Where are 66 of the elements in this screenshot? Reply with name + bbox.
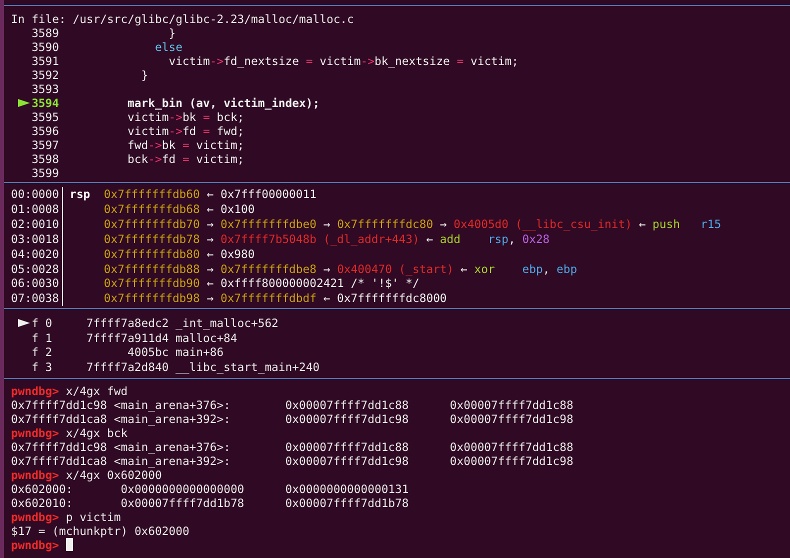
line-number: 3598 (32, 152, 59, 166)
frame-symbol: _int_malloc+562 (176, 316, 278, 330)
line-number: 3593 (32, 82, 59, 96)
prompt-label: pwndbg> (11, 510, 60, 524)
command-text: x/4gx 0x602000 (66, 468, 162, 482)
line-number: 3596 (32, 124, 59, 138)
stack-value-text: 0x7fffffffdb80 ← 0x980 (104, 246, 255, 261)
code-text: } (168, 26, 176, 40)
stack-offset: 02:0010 (11, 216, 64, 232)
prompt-label: pwndbg> (11, 538, 60, 552)
stack-value-text: 0x7fffffffdb68 ← 0x100 (104, 202, 255, 216)
code-text: victim->fd = fwd; (126, 124, 244, 138)
frame-label: f 0 (32, 316, 54, 330)
code-text: else (154, 40, 182, 54)
code-text: mark_bin (av, victim_index); (126, 96, 320, 110)
command-text: p victim (66, 510, 121, 524)
code-text: bck->fd = victim; (126, 152, 244, 166)
output-text: 0x7ffff7dd1c98 <main_arena+376>: 0x00007ffff7dd1c88 0x00007ffff7dd1c88 (11, 440, 574, 454)
output-text: 0x7ffff7dd1c98 <main_arena+376>: 0x00007ffff7dd1c88 0x00007ffff7dd1c88 (11, 398, 574, 412)
line-number: 3599 (32, 166, 59, 180)
frame-address: 7ffff7a911d4 (86, 330, 169, 345)
output-text: 0x7ffff7dd1ca8 <main_arena+392>: 0x00007ffff7dd1c98 0x00007ffff7dd1c98 (11, 412, 574, 426)
frame-label: f 1 (32, 330, 54, 345)
line-number: 3590 (32, 40, 59, 54)
output-text: 0x602010: 0x00007ffff7dd1b78 0x00007ffff7dd1b78 (11, 496, 409, 510)
output-text: $17 = (mchunkptr) 0x602000 (11, 524, 190, 538)
stack-offset: 04:0020 (11, 246, 64, 262)
line-number: 3589 (32, 26, 59, 40)
frame-label: f 2 (32, 345, 54, 360)
output-text: 0x602000: 0x0000000000000000 0x0000000000000131 (11, 482, 409, 496)
frame-address: 7ffff7a8edc2 (86, 316, 169, 330)
prompt-label: pwndbg> (11, 384, 60, 398)
line-number: 3591 (32, 54, 59, 68)
command-text: x/4gx fwd (66, 384, 128, 398)
stack-value-text: 0x7fffffffdb78 → 0x7ffff7b5048b (_dl_addr+443) ← add rsp, 0x28 (104, 232, 550, 246)
register-label: rsp (70, 187, 90, 202)
stack-offset: 03:0018 (11, 232, 64, 246)
frame-symbol: __libc_start_main+240 (176, 360, 320, 374)
stack-offset: 00:0000 (11, 187, 64, 202)
stack-value-text: 0x7fffffffdb60 ← 0x7fff00000011 (104, 187, 316, 202)
stack-offset: 01:0008 (11, 202, 64, 217)
line-number: 3594 (32, 96, 59, 110)
command-text: x/4gx bck (66, 426, 128, 440)
file-path-label: In file: /usr/src/glibc/glibc-2.23/malloc/malloc.c (11, 12, 354, 26)
line-number: 3592 (32, 68, 59, 82)
code-text: fwd->bk = victim; (126, 138, 244, 152)
stack-value-text: 0x7fffffffdb88 → 0x7fffffffdbe8 → 0x400470 (_start) ← xor ebp, ebp (104, 262, 578, 276)
stack-value-text: 0x7fffffffdb98 → 0x7fffffffdbdf ← 0x7fffffffdc8000 (104, 291, 447, 306)
stack-offset: 06:0030 (11, 276, 64, 291)
frame-symbol: main+86 (176, 345, 224, 360)
code-text: victim->bk = bck; (126, 110, 244, 124)
stack-value-text: 0x7fffffffdb70 → 0x7fffffffdbe0 → 0x7fffffffdc80 → 0x4005d0 (__libc_csu_init) ← push r15 (104, 217, 722, 232)
output-text: 0x7ffff7dd1ca8 <main_arena+392>: 0x00007ffff7dd1c98 0x00007ffff7dd1c98 (11, 454, 574, 468)
stack-value-text: 0x7fffffffdb90 ← 0xffff800000002421 /* '!$' */ (104, 276, 420, 290)
code-text: victim->fd_nextsize = victim->bk_nextsize = victim; (168, 54, 518, 68)
frame-label: f 3 (32, 360, 54, 374)
stack-offset: 05:0028 (11, 261, 64, 276)
frame-address: 7ffff7a2d840 (86, 360, 169, 374)
prompt-label: pwndbg> (11, 468, 60, 482)
prompt-label: pwndbg> (11, 426, 60, 440)
stack-offset: 07:0038 (11, 290, 64, 306)
frame-symbol: malloc+84 (176, 330, 238, 345)
code-text: } (140, 68, 148, 82)
frame-address: 4005bc (128, 345, 169, 360)
line-number: 3595 (32, 110, 59, 124)
line-number: 3597 (32, 138, 59, 152)
